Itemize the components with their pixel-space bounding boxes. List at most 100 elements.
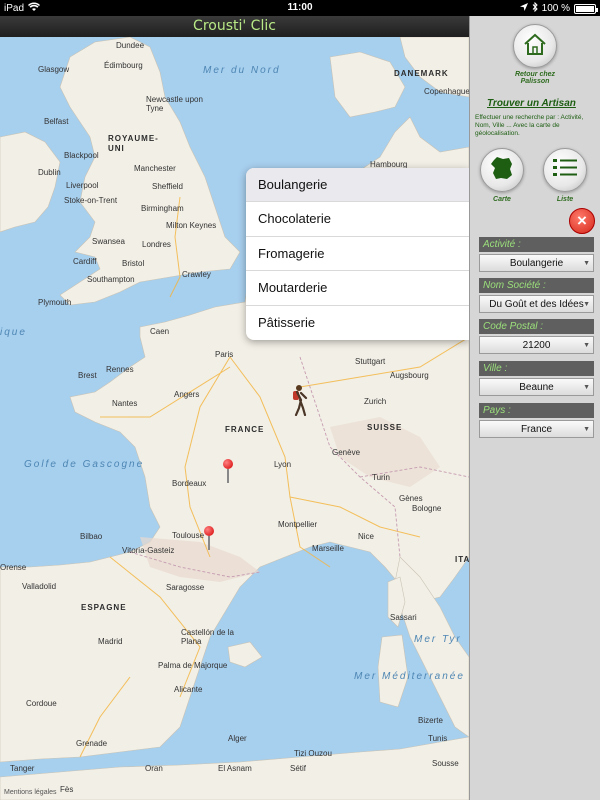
list-icon xyxy=(552,157,578,184)
map-label: Alicante xyxy=(174,685,203,694)
location-arrow-icon xyxy=(519,3,528,14)
map-label: Saragosse xyxy=(166,583,205,592)
map-label: Bristol xyxy=(122,259,145,268)
map-label: Toulouse xyxy=(172,531,205,540)
caret-down-icon: ▼ xyxy=(583,260,590,267)
close-icon[interactable]: × xyxy=(569,208,595,234)
map-label: Plymouth xyxy=(38,298,72,307)
postal-code-value: 21200 xyxy=(522,340,551,351)
home-button-label: Retour chez Palisson xyxy=(514,71,556,85)
picker-option[interactable]: Pâtisserie xyxy=(246,306,469,340)
home-icon xyxy=(522,32,548,61)
map-view-button[interactable] xyxy=(480,148,524,192)
map-label: Palma de Majorque xyxy=(158,661,228,670)
map-label: Liverpool xyxy=(66,181,99,190)
map-label: Sassari xyxy=(390,613,417,622)
map-label: ESPAGNE xyxy=(81,603,127,612)
postal-code-select[interactable]: 21200 ▼ xyxy=(479,336,594,354)
map-view[interactable]: Glasgow Édimbourg Dundee Mer du Nord New… xyxy=(0,37,469,800)
map-label: Augsbourg xyxy=(390,371,429,380)
map-pin-icon[interactable] xyxy=(223,459,233,483)
map-label: Fès xyxy=(60,785,74,794)
map-label: Castellón de la Plana xyxy=(181,628,234,646)
map-label: Mer du Nord xyxy=(203,65,281,76)
map-label: ROYAUME-UNI xyxy=(108,134,159,153)
map-label: Grenade xyxy=(76,739,108,748)
map-label: Nice xyxy=(358,532,375,541)
map-label: Bordeaux xyxy=(172,479,207,488)
map-label: Caen xyxy=(150,327,170,336)
company-select[interactable]: Du Goût et des Idées ▼ xyxy=(479,295,594,313)
map-label: Marseille xyxy=(312,544,345,553)
home-button[interactable] xyxy=(513,24,557,68)
map-label: Golfe de Gascogne xyxy=(24,459,145,470)
activity-label: Activité : xyxy=(479,237,594,252)
map-label: Stuttgart xyxy=(355,357,386,366)
map-label: ique xyxy=(0,327,27,338)
country-value: France xyxy=(520,424,553,435)
company-label: Nom Société : xyxy=(479,278,594,293)
city-select[interactable]: Beaune ▼ xyxy=(479,378,594,396)
map-label: Swansea xyxy=(92,237,125,246)
map-label: Birmingham xyxy=(141,204,184,213)
battery-icon xyxy=(574,3,598,14)
find-artisan-link[interactable]: Trouver un Artisan xyxy=(487,98,576,109)
picker-option[interactable]: Boulangerie xyxy=(246,168,469,203)
status-right: 100 % xyxy=(519,1,598,15)
legal-link[interactable]: Mentions légales xyxy=(4,789,57,796)
map-label: Manchester xyxy=(134,164,176,173)
picker-option[interactable]: Chocolaterie xyxy=(246,202,469,237)
list-view-label: Liste xyxy=(556,196,574,203)
map-label: Genève xyxy=(332,448,361,457)
map-label: Turin xyxy=(372,473,390,482)
map-label: Lyon xyxy=(274,460,292,469)
battery-percent: 100 % xyxy=(541,3,570,14)
bluetooth-icon xyxy=(532,1,538,15)
side-panel: Retour chez Palisson Trouver un Artisan … xyxy=(469,16,600,800)
map-label: Orense xyxy=(0,563,27,572)
caret-down-icon: ▼ xyxy=(583,384,590,391)
activity-select[interactable]: Boulangerie ▼ xyxy=(479,254,594,272)
map-label: Valladolid xyxy=(22,582,57,591)
map-label: Cardiff xyxy=(73,257,97,266)
picker-option[interactable]: Fromagerie xyxy=(246,237,469,272)
search-help-text: Effectuer une recherche par : Activité, … xyxy=(475,114,584,137)
caret-down-icon: ▼ xyxy=(583,342,590,349)
country-label: Pays : xyxy=(479,403,594,418)
map-label: Brest xyxy=(78,371,97,380)
map-label: Crawley xyxy=(182,270,211,279)
map-label: Tizi Ouzou xyxy=(294,749,332,758)
postal-code-label: Code Postal : xyxy=(479,319,594,334)
map-label: Dundee xyxy=(116,41,145,50)
map-label: Southampton xyxy=(87,275,135,284)
map-label: Cordoue xyxy=(26,699,57,708)
map-label: Glasgow xyxy=(38,65,70,74)
map-label: Bologne xyxy=(412,504,442,513)
map-pin-icon[interactable] xyxy=(204,526,214,550)
map-label: Alger xyxy=(228,734,247,743)
map-label: Zurich xyxy=(364,397,387,406)
caret-down-icon: ▼ xyxy=(583,301,590,308)
map-label: Blackpool xyxy=(64,151,99,160)
list-view-button[interactable] xyxy=(543,148,587,192)
picker-option[interactable]: Moutarderie xyxy=(246,271,469,306)
map-label: Sheffield xyxy=(152,182,183,191)
status-time: 11:00 xyxy=(287,2,313,13)
map-label: Tunis xyxy=(428,734,448,743)
map-view-label: Carte xyxy=(493,196,511,203)
map-label: Bizerte xyxy=(418,716,443,725)
map-label: Édimbourg xyxy=(104,61,143,70)
map-label: Copenhague xyxy=(424,87,469,96)
city-value: Beaune xyxy=(519,382,554,393)
map-label: Gènes xyxy=(399,494,423,503)
country-select[interactable]: France ▼ xyxy=(479,420,594,438)
app-title: Crousti' Clic xyxy=(0,16,469,37)
map-label: Mer Tyr xyxy=(414,634,462,645)
activity-picker-popover: Boulangerie Chocolaterie Fromagerie Mout… xyxy=(246,168,469,340)
map-label: ITA xyxy=(455,555,469,564)
map-label: Stoke-on-Trent xyxy=(64,196,118,205)
map-label: Angers xyxy=(174,390,200,399)
map-label: Oran xyxy=(145,764,163,773)
status-bar: iPad 11:00 100 % xyxy=(0,0,600,16)
map-label: Mer Méditerranée xyxy=(354,671,465,682)
